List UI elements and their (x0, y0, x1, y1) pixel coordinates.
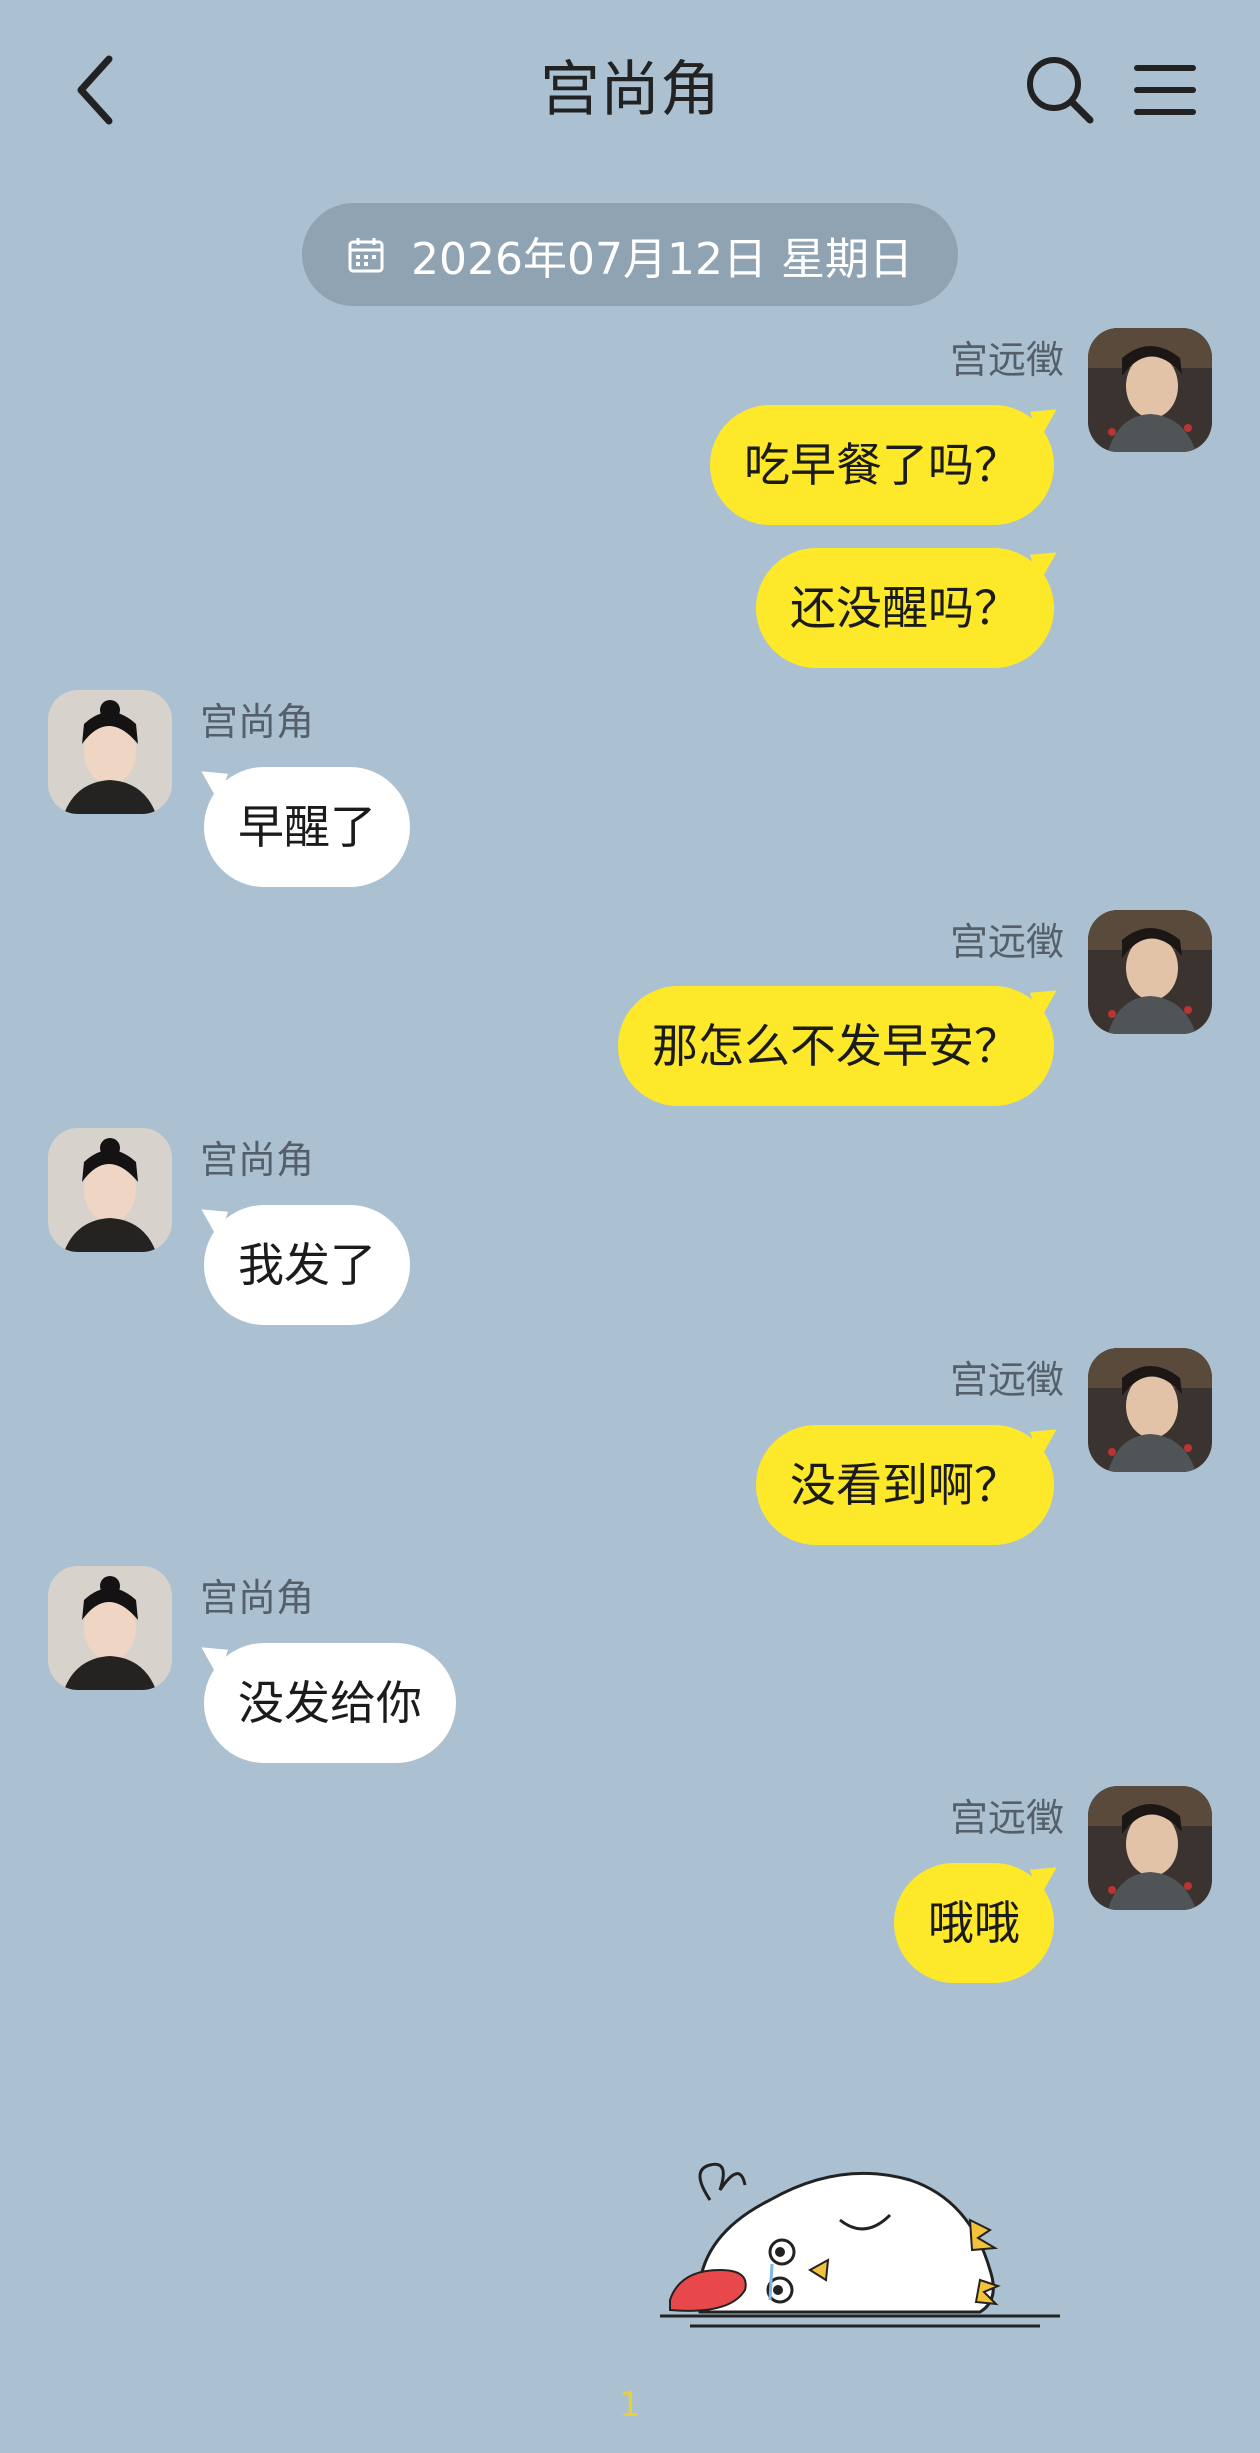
crying-chick-sticker[interactable] (650, 2120, 1070, 2350)
message-bubble[interactable]: 没看到啊？ (756, 1425, 1054, 1545)
avatar-me[interactable] (1088, 328, 1212, 452)
page-number: 1 (619, 2385, 641, 2425)
chat-title: 宫尚角 (540, 55, 720, 125)
sender-name: 宫远徵 (949, 338, 1064, 382)
search-button[interactable] (1020, 50, 1100, 130)
sender-name: 宫远徵 (949, 1796, 1064, 1840)
avatar-me[interactable] (1088, 1348, 1212, 1472)
sender-name: 宫尚角 (200, 1138, 315, 1182)
message-bubble[interactable]: 早醒了 (204, 767, 410, 887)
sender-name: 宫远徵 (949, 920, 1064, 964)
date-separator: 2026年07月12日 星期日 (302, 203, 958, 306)
chevron-left-icon (77, 55, 113, 125)
sender-name: 宫尚角 (200, 700, 315, 744)
message-bubble[interactable]: 吃早餐了吗？ (710, 405, 1054, 525)
sender-name: 宫远徵 (949, 1358, 1064, 1402)
avatar-me[interactable] (1088, 1786, 1212, 1910)
message-bubble[interactable]: 我发了 (204, 1205, 410, 1325)
message-bubble[interactable]: 没发给你 (204, 1643, 456, 1763)
search-icon (1027, 57, 1094, 124)
avatar-other[interactable] (48, 1128, 172, 1252)
back-button[interactable] (60, 50, 130, 130)
avatar-other[interactable] (48, 690, 172, 814)
sender-name: 宫尚角 (200, 1576, 315, 1620)
avatar-me[interactable] (1088, 910, 1212, 1034)
message-bubble[interactable]: 那怎么不发早安？ (618, 986, 1054, 1106)
message-bubble[interactable]: 还没醒吗？ (756, 548, 1054, 668)
avatar-other[interactable] (48, 1566, 172, 1690)
date-text: 2026年07月12日 星期日 (411, 233, 913, 285)
menu-icon (1134, 65, 1196, 115)
message-bubble[interactable]: 哦哦 (894, 1863, 1054, 1983)
menu-button[interactable] (1125, 50, 1205, 130)
top-bar: 宫尚角 (0, 0, 1260, 180)
calendar-icon (347, 236, 385, 274)
